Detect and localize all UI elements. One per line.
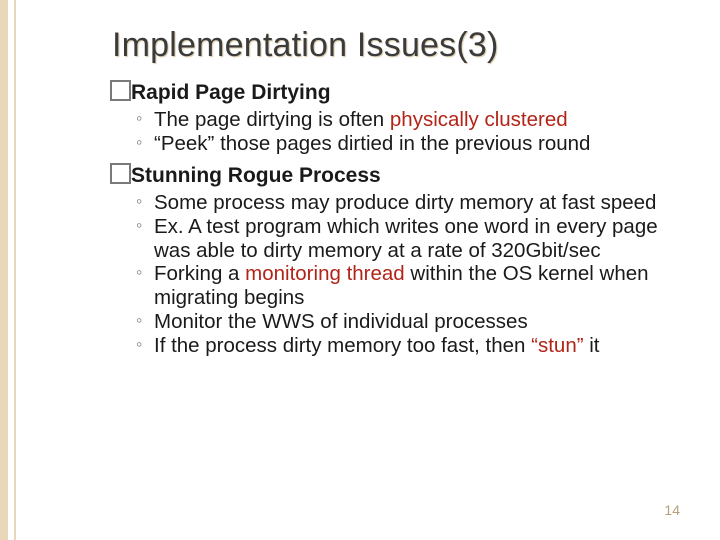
section-1-list: Some process may produce dirty memory at… — [52, 191, 676, 357]
list-item: “Peek” those pages dirtied in the previo… — [136, 132, 666, 156]
slide-title: Implementation Issues(3) — [112, 26, 676, 65]
section-0-label: Rapid Page Dirtying — [110, 79, 676, 106]
list-item: Some process may produce dirty memory at… — [136, 191, 666, 215]
list-item: Ex. A test program which writes one word… — [136, 215, 666, 263]
section-1-label: Stunning Rogue Process — [110, 162, 676, 189]
list-item: If the process dirty memory too fast, th… — [136, 334, 666, 358]
section-0-text: Rapid Page Dirtying — [131, 81, 331, 104]
accent-strip — [0, 0, 18, 540]
list-item: Monitor the WWS of individual processes — [136, 310, 666, 334]
checkbox-icon — [110, 163, 131, 184]
list-item: The page dirtying is often physically cl… — [136, 108, 666, 132]
section-0-list: The page dirtying is often physically cl… — [52, 108, 676, 156]
page-number: 14 — [664, 502, 680, 518]
slide-container: Implementation Issues(3) Rapid Page Dirt… — [0, 0, 720, 540]
accent-line — [14, 0, 16, 540]
section-1-text: Stunning Rogue Process — [131, 164, 381, 187]
checkbox-icon — [110, 80, 131, 101]
list-item: Forking a monitoring thread within the O… — [136, 262, 666, 310]
accent-fill — [0, 0, 8, 540]
